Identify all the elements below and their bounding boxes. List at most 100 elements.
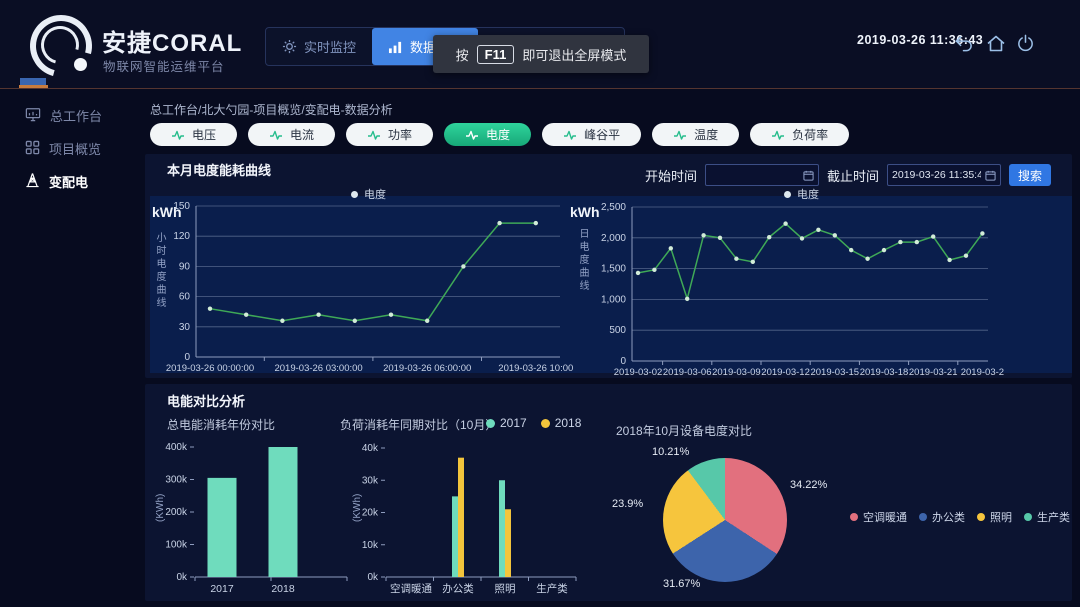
sidebar-item-workbench[interactable]: 总工作台 xyxy=(0,99,145,132)
tab-label: 电压 xyxy=(192,126,216,143)
pie-slice-label: 23.9% xyxy=(612,498,643,510)
legend-dot-icon xyxy=(541,419,550,428)
legend-item-空调暖通[interactable]: 空调暖通 xyxy=(850,509,907,525)
breadcrumb: 总工作台/北大勺园-项目概览/变配电-数据分析 xyxy=(150,101,393,118)
toast-text: 即可退出全屏模式 xyxy=(522,45,626,64)
legend-item-2017[interactable]: 2017 xyxy=(486,416,527,430)
svg-text:生产类: 生产类 xyxy=(536,582,568,595)
tab-label: 负荷率 xyxy=(792,126,828,143)
f11-key-badge: F11 xyxy=(477,45,515,64)
tab-label: 功率 xyxy=(388,126,412,143)
active-page-marker xyxy=(20,78,46,85)
sidebar-item-label: 总工作台 xyxy=(50,106,102,125)
legend-item-照明[interactable]: 照明 xyxy=(977,509,1012,525)
svg-text:0: 0 xyxy=(620,356,626,367)
sidebar-item-power-distribution[interactable]: 变配电 xyxy=(0,165,145,198)
legend-dot-icon xyxy=(1024,513,1032,521)
legend-dot-icon xyxy=(850,513,858,521)
year-bar-title: 总电能消耗年份对比 xyxy=(167,416,275,433)
tab-功率[interactable]: 功率 xyxy=(346,123,433,146)
svg-text:2019-03-26 10:00: 2019-03-26 10:00 xyxy=(498,363,573,374)
app-subtitle: 物联网智能运维平台 xyxy=(103,56,225,75)
pulse-icon xyxy=(465,129,479,141)
legend-dot-icon xyxy=(977,513,985,521)
calendar-icon xyxy=(985,170,996,181)
daily-axis-name: 日电度曲线 xyxy=(575,228,590,293)
legend-label: 空调暖通 xyxy=(863,509,907,525)
pulse-icon xyxy=(673,129,687,141)
tab-负荷率[interactable]: 负荷率 xyxy=(750,123,849,146)
svg-text:0: 0 xyxy=(184,352,190,363)
power-icon[interactable] xyxy=(1016,34,1035,58)
legend-item-办公类[interactable]: 办公类 xyxy=(919,509,965,525)
nav-label: 实时监控 xyxy=(304,37,356,56)
svg-text:40k: 40k xyxy=(362,443,379,454)
svg-text:30: 30 xyxy=(179,322,191,333)
month-bar-title: 负荷消耗年同期对比（10月） xyxy=(340,416,497,433)
svg-text:400k: 400k xyxy=(165,442,188,453)
nav-realtime-monitor[interactable]: 实时监控 xyxy=(266,28,372,65)
svg-text:2019-03-12: 2019-03-12 xyxy=(761,367,810,378)
svg-text:2018: 2018 xyxy=(271,583,295,595)
svg-text:2019-03-06: 2019-03-06 xyxy=(663,367,712,378)
svg-text:30k: 30k xyxy=(362,475,379,486)
power-distribution-icon xyxy=(25,172,40,191)
sidebar: 总工作台 项目概览 变配电 xyxy=(0,89,145,606)
svg-text:2019-03-2: 2019-03-2 xyxy=(961,367,1004,378)
app-title: 安捷CORAL xyxy=(102,23,242,58)
svg-text:1,500: 1,500 xyxy=(601,264,626,275)
svg-text:150: 150 xyxy=(173,201,190,212)
tab-电压[interactable]: 电压 xyxy=(150,123,237,146)
tab-电流[interactable]: 电流 xyxy=(248,123,335,146)
end-time-input-wrap xyxy=(887,164,1001,186)
legend-label: 办公类 xyxy=(932,509,965,525)
start-time-label: 开始时间 xyxy=(645,166,697,185)
logo-dot-icon xyxy=(74,58,87,71)
svg-text:2019-03-26 00:00:00: 2019-03-26 00:00:00 xyxy=(166,363,254,374)
top-bar: 安捷CORAL 物联网智能运维平台 实时监控 数据分析 xyxy=(0,0,1080,88)
svg-text:2019-03-09: 2019-03-09 xyxy=(712,367,761,378)
tab-label: 电流 xyxy=(290,126,314,143)
pie-legend: 空调暖通 办公类照明生产类 xyxy=(850,509,1070,525)
legend-item-2018[interactable]: 2018 xyxy=(541,416,582,430)
hourly-chart-title: 本月电度能耗曲线 xyxy=(167,160,271,179)
projects-icon xyxy=(25,140,40,158)
svg-text:60: 60 xyxy=(179,292,191,303)
tab-电度[interactable]: 电度 xyxy=(444,123,531,146)
tab-label: 温度 xyxy=(694,126,718,143)
svg-text:500: 500 xyxy=(609,325,626,336)
header-divider xyxy=(0,88,1080,89)
date-filter-bar: 开始时间 截止时间 搜索 xyxy=(645,164,1051,186)
tab-label: 电度 xyxy=(486,126,510,143)
svg-text:2019-03-26 06:00:00: 2019-03-26 06:00:00 xyxy=(383,363,471,374)
hourly-energy-line-chart: 03060901201502019-03-26 00:00:002019-03-… xyxy=(150,196,592,383)
sidebar-item-projects[interactable]: 项目概览 xyxy=(0,132,145,165)
bar-chart-icon xyxy=(388,40,403,54)
device-energy-pie-chart xyxy=(663,458,787,582)
monthly-load-bar-chart: 0k10k20k30k40k空调暖通办公类照明生产类 xyxy=(350,438,595,607)
calendar-icon xyxy=(803,170,814,181)
pie-slice-label: 10.21% xyxy=(652,446,689,458)
end-time-label: 截止时间 xyxy=(827,166,879,185)
legend-item-生产类[interactable]: 生产类 xyxy=(1024,509,1070,525)
svg-text:2,500: 2,500 xyxy=(601,202,626,213)
tab-峰谷平[interactable]: 峰谷平 xyxy=(542,123,641,146)
home-icon[interactable] xyxy=(986,34,1006,58)
search-button[interactable]: 搜索 xyxy=(1009,164,1051,186)
daily-energy-line-chart: 05001,0001,5002,0002,5002019-03-022019-0… xyxy=(596,196,1074,383)
svg-text:2019-03-26 03:00:00: 2019-03-26 03:00:00 xyxy=(274,363,362,374)
tab-温度[interactable]: 温度 xyxy=(652,123,739,146)
svg-text:10k: 10k xyxy=(362,540,379,551)
pulse-icon xyxy=(367,129,381,141)
end-time-input[interactable] xyxy=(888,169,985,181)
pie-slice-label: 34.22% xyxy=(790,479,827,491)
svg-text:空调暖通: 空调暖通 xyxy=(390,582,432,595)
start-time-input[interactable] xyxy=(706,169,803,181)
legend-label: 2018 xyxy=(555,416,582,430)
pulse-icon xyxy=(269,129,283,141)
fullscreen-exit-toast: 按 F11 即可退出全屏模式 xyxy=(433,35,649,73)
back-icon[interactable] xyxy=(953,34,974,58)
toast-text: 按 xyxy=(456,45,469,64)
svg-text:0k: 0k xyxy=(176,572,188,583)
svg-text:0k: 0k xyxy=(367,572,379,583)
